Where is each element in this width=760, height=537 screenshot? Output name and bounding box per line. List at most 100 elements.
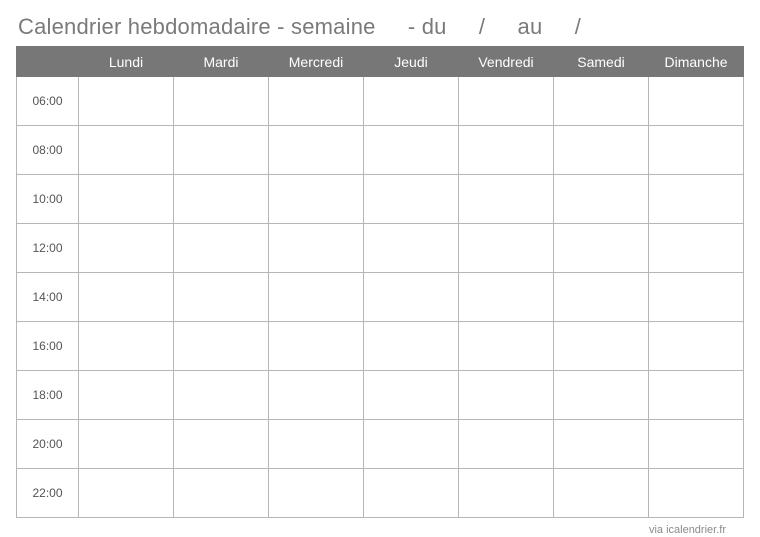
calendar-row: 06:00 — [17, 77, 744, 126]
calendar-cell — [79, 224, 174, 273]
calendar-cell — [459, 322, 554, 371]
calendar-cell — [554, 273, 649, 322]
calendar-row: 10:00 — [17, 175, 744, 224]
calendar-cell — [174, 126, 269, 175]
title-prefix: Calendrier hebdomadaire - semaine — [18, 14, 376, 39]
calendar-cell — [269, 273, 364, 322]
calendar-cell — [649, 371, 744, 420]
calendar-cell — [174, 175, 269, 224]
calendar-body: 06:00 08:00 10:00 12:00 — [17, 77, 744, 518]
calendar-row: 20:00 — [17, 420, 744, 469]
day-header: Mardi — [174, 47, 269, 77]
calendar-table: Lundi Mardi Mercredi Jeudi Vendredi Same… — [16, 46, 744, 518]
calendar-row: 08:00 — [17, 126, 744, 175]
calendar-cell — [269, 371, 364, 420]
calendar-cell — [649, 126, 744, 175]
calendar-cell — [79, 322, 174, 371]
calendar-cell — [459, 371, 554, 420]
calendar-cell — [269, 224, 364, 273]
calendar-cell — [364, 322, 459, 371]
time-label: 18:00 — [17, 371, 79, 420]
calendar-cell — [364, 126, 459, 175]
calendar-row: 18:00 — [17, 371, 744, 420]
calendar-header-row: Lundi Mardi Mercredi Jeudi Vendredi Same… — [17, 47, 744, 77]
calendar-cell — [174, 420, 269, 469]
time-label: 08:00 — [17, 126, 79, 175]
calendar-cell — [649, 322, 744, 371]
time-label: 20:00 — [17, 420, 79, 469]
day-header: Mercredi — [269, 47, 364, 77]
calendar-cell — [364, 77, 459, 126]
time-label: 22:00 — [17, 469, 79, 518]
calendar-cell — [459, 420, 554, 469]
calendar-cell — [649, 224, 744, 273]
calendar-cell — [649, 77, 744, 126]
weekly-calendar-page: Calendrier hebdomadaire - semaine - du /… — [0, 0, 760, 536]
calendar-cell — [174, 273, 269, 322]
calendar-cell — [269, 420, 364, 469]
title-slash-1: / — [479, 14, 485, 39]
calendar-cell — [269, 322, 364, 371]
time-label: 12:00 — [17, 224, 79, 273]
calendar-cell — [459, 224, 554, 273]
calendar-cell — [554, 371, 649, 420]
day-header: Dimanche — [649, 47, 744, 77]
calendar-cell — [364, 371, 459, 420]
calendar-cell — [554, 175, 649, 224]
calendar-cell — [649, 175, 744, 224]
calendar-cell — [364, 469, 459, 518]
calendar-cell — [174, 322, 269, 371]
calendar-cell — [459, 469, 554, 518]
calendar-cell — [649, 469, 744, 518]
calendar-cell — [79, 371, 174, 420]
calendar-cell — [459, 175, 554, 224]
calendar-row: 12:00 — [17, 224, 744, 273]
calendar-cell — [174, 371, 269, 420]
calendar-cell — [364, 420, 459, 469]
calendar-cell — [554, 224, 649, 273]
footer-credit: via icalendrier.fr — [16, 518, 744, 536]
time-label: 16:00 — [17, 322, 79, 371]
calendar-row: 22:00 — [17, 469, 744, 518]
calendar-cell — [649, 273, 744, 322]
calendar-cell — [269, 469, 364, 518]
calendar-cell — [554, 126, 649, 175]
calendar-cell — [79, 273, 174, 322]
day-header: Samedi — [554, 47, 649, 77]
calendar-cell — [364, 175, 459, 224]
calendar-cell — [174, 469, 269, 518]
calendar-cell — [269, 175, 364, 224]
title-au: au — [518, 14, 543, 39]
day-header: Vendredi — [459, 47, 554, 77]
calendar-cell — [174, 224, 269, 273]
calendar-cell — [364, 224, 459, 273]
calendar-row: 14:00 — [17, 273, 744, 322]
title-slash-2: / — [575, 14, 581, 39]
page-title: Calendrier hebdomadaire - semaine - du /… — [18, 14, 744, 40]
calendar-cell — [79, 126, 174, 175]
calendar-row: 16:00 — [17, 322, 744, 371]
calendar-cell — [554, 469, 649, 518]
calendar-cell — [79, 77, 174, 126]
day-header: Jeudi — [364, 47, 459, 77]
calendar-cell — [79, 175, 174, 224]
calendar-cell — [554, 420, 649, 469]
calendar-cell — [269, 77, 364, 126]
time-label: 06:00 — [17, 77, 79, 126]
calendar-cell — [554, 322, 649, 371]
calendar-cell — [459, 77, 554, 126]
day-header: Lundi — [79, 47, 174, 77]
calendar-cell — [79, 420, 174, 469]
title-dash-du: - du — [408, 14, 447, 39]
calendar-cell — [459, 273, 554, 322]
calendar-cell — [174, 77, 269, 126]
calendar-cell — [554, 77, 649, 126]
calendar-header-corner — [17, 47, 79, 77]
calendar-cell — [459, 126, 554, 175]
calendar-cell — [364, 273, 459, 322]
calendar-cell — [269, 126, 364, 175]
time-label: 14:00 — [17, 273, 79, 322]
calendar-cell — [79, 469, 174, 518]
time-label: 10:00 — [17, 175, 79, 224]
calendar-cell — [649, 420, 744, 469]
